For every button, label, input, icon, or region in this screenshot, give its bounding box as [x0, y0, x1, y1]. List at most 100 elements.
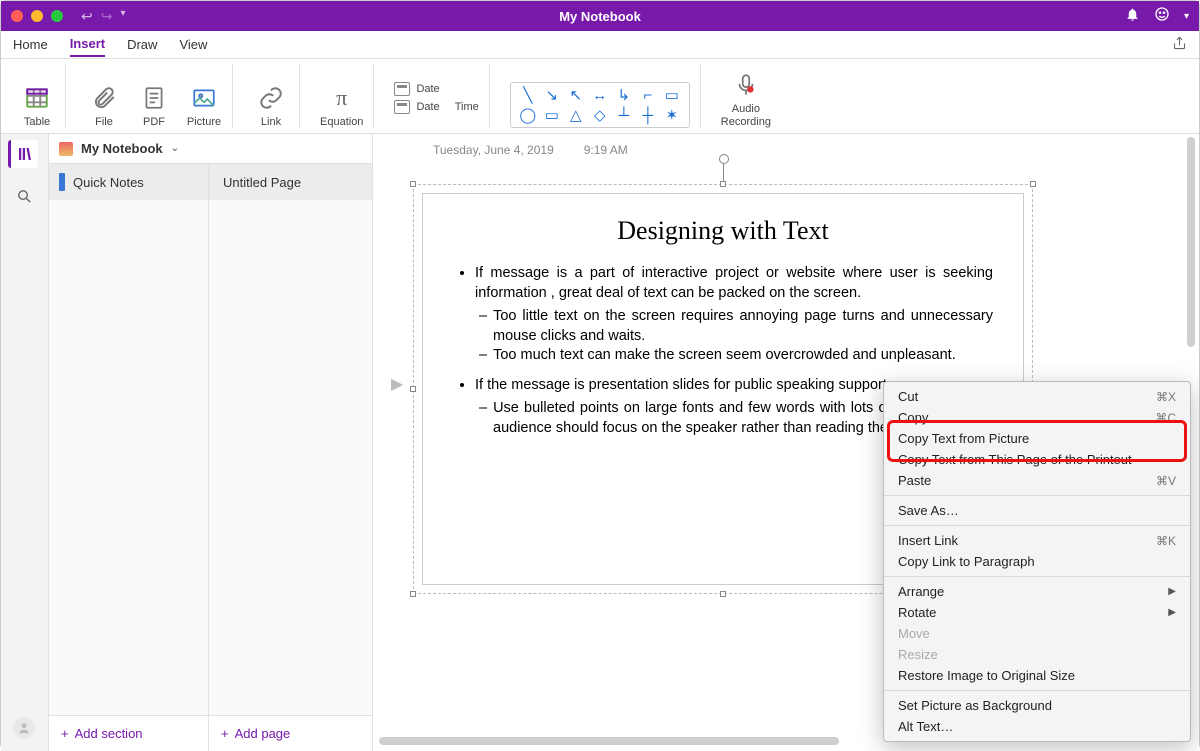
- page-date-header: Tuesday, June 4, 2019 9:19 AM: [433, 143, 628, 157]
- redo-icon[interactable]: ↪: [101, 8, 113, 25]
- paperclip-icon: [89, 83, 119, 113]
- chevron-right-icon: ▶: [1168, 607, 1176, 618]
- titlebar: ↩ ↪ ▾ My Notebook ▾: [1, 1, 1199, 31]
- notebooks-rail-button[interactable]: [8, 140, 38, 168]
- context-menu: Cut⌘X Copy⌘C Copy Text from Picture Copy…: [883, 381, 1191, 742]
- sections-list: Quick Notes +Add section: [49, 164, 209, 751]
- ctx-paste[interactable]: Paste⌘V: [884, 470, 1190, 491]
- doc-title: Designing with Text: [453, 216, 993, 246]
- ctx-arrange[interactable]: Arrange▶: [884, 581, 1190, 602]
- shape-line-icon[interactable]: ╲: [519, 87, 537, 103]
- resize-handle-tl[interactable]: [410, 181, 416, 187]
- shape-double-arrow-icon[interactable]: ↔: [591, 87, 609, 103]
- window-controls: [11, 10, 63, 22]
- shape-plus-icon[interactable]: ┼: [639, 107, 657, 123]
- ctx-copy-text-page-printout[interactable]: Copy Text from This Page of the Printout: [884, 449, 1190, 470]
- ctx-copy[interactable]: Copy⌘C: [884, 407, 1190, 428]
- shape-diamond-icon[interactable]: ◇: [591, 107, 609, 123]
- page-date: Tuesday, June 4, 2019: [433, 143, 554, 157]
- tab-insert[interactable]: Insert: [70, 32, 105, 57]
- shape-ellipse-icon[interactable]: ◯: [519, 107, 537, 123]
- zoom-window-button[interactable]: [51, 10, 63, 22]
- undo-icon[interactable]: ↩: [81, 8, 93, 25]
- plus-icon: +: [61, 726, 69, 741]
- quick-access-dropdown-icon[interactable]: ▾: [120, 8, 125, 25]
- ctx-copy-link-paragraph[interactable]: Copy Link to Paragraph: [884, 551, 1190, 572]
- section-item[interactable]: Quick Notes: [49, 164, 208, 200]
- left-rail: [1, 134, 49, 751]
- shape-rect-icon[interactable]: ▭: [543, 107, 561, 123]
- section-label: Quick Notes: [73, 175, 144, 190]
- shape-line3-icon[interactable]: ┴: [615, 107, 633, 123]
- insert-pdf-button[interactable]: PDF: [136, 83, 172, 128]
- insert-picture-button[interactable]: Picture: [186, 83, 222, 128]
- tab-home[interactable]: Home: [13, 33, 48, 56]
- ctx-insert-link[interactable]: Insert Link⌘K: [884, 530, 1190, 551]
- minimize-window-button[interactable]: [31, 10, 43, 22]
- notebook-selector[interactable]: My Notebook ⌄: [49, 134, 372, 164]
- shape-elbow-icon[interactable]: ⌐: [639, 87, 657, 103]
- insert-equation-button[interactable]: π Equation: [320, 83, 363, 128]
- menu-tabs: Home Insert Draw View: [1, 31, 1199, 59]
- notifications-icon[interactable]: [1125, 7, 1140, 26]
- notebook-name: My Notebook: [81, 141, 163, 156]
- rotate-handle[interactable]: [723, 163, 724, 181]
- shape-rect-thin-icon[interactable]: ▭: [663, 87, 681, 103]
- chevron-down-icon: ⌄: [171, 143, 179, 154]
- ctx-save-as[interactable]: Save As…: [884, 500, 1190, 521]
- equation-icon: π: [327, 83, 357, 113]
- account-avatar[interactable]: [13, 717, 35, 739]
- ribbon-insert: Table File PDF Picture Link π Equation D…: [1, 59, 1199, 134]
- share-icon[interactable]: [1172, 36, 1187, 54]
- page-label: Untitled Page: [223, 175, 301, 190]
- calendar-clock-icon: [394, 100, 410, 114]
- ctx-copy-text-picture[interactable]: Copy Text from Picture: [884, 428, 1190, 449]
- shape-triangle-icon[interactable]: △: [567, 107, 585, 123]
- table-icon: [22, 83, 52, 113]
- emoji-icon[interactable]: [1154, 6, 1170, 26]
- calendar-icon: [394, 82, 410, 96]
- window-title: My Notebook: [559, 9, 641, 24]
- ctx-cut[interactable]: Cut⌘X: [884, 386, 1190, 407]
- resize-handle-bm[interactable]: [720, 591, 726, 597]
- shape-arrow2-icon[interactable]: ↖: [567, 87, 585, 103]
- notebook-panel: My Notebook ⌄ Quick Notes +Add section U…: [49, 134, 373, 751]
- shape-connector-icon[interactable]: ↳: [615, 87, 633, 103]
- insert-table-button[interactable]: Table: [19, 83, 55, 128]
- add-section-button[interactable]: +Add section: [49, 715, 208, 751]
- insert-datetime-button[interactable]: Date Time: [394, 100, 478, 114]
- shape-arrow-icon[interactable]: ↘: [543, 87, 561, 103]
- add-page-button[interactable]: +Add page: [209, 715, 372, 751]
- table-label: Table: [24, 116, 50, 128]
- resize-handle-ml[interactable]: [410, 386, 416, 392]
- tab-draw[interactable]: Draw: [127, 33, 157, 56]
- plus-icon: +: [221, 726, 229, 741]
- page-time: 9:19 AM: [584, 143, 628, 157]
- audio-recording-button[interactable]: Audio Recording: [721, 70, 771, 128]
- ctx-alt-text[interactable]: Alt Text…: [884, 716, 1190, 737]
- resize-handle-tr[interactable]: [1030, 181, 1036, 187]
- search-rail-button[interactable]: [10, 182, 40, 210]
- title-dropdown-icon[interactable]: ▾: [1184, 11, 1189, 22]
- insert-link-button[interactable]: Link: [253, 83, 289, 128]
- ctx-set-background[interactable]: Set Picture as Background: [884, 695, 1190, 716]
- page-item[interactable]: Untitled Page: [209, 164, 372, 200]
- ctx-restore-size[interactable]: Restore Image to Original Size: [884, 665, 1190, 686]
- ctx-rotate[interactable]: Rotate▶: [884, 602, 1190, 623]
- picture-icon: [189, 83, 219, 113]
- insert-file-button[interactable]: File: [86, 83, 122, 128]
- notebook-icon: [59, 142, 73, 156]
- close-window-button[interactable]: [11, 10, 23, 22]
- pages-list: Untitled Page +Add page: [209, 164, 372, 751]
- shape-star-icon[interactable]: ✶: [663, 107, 681, 123]
- note-container-handle-icon[interactable]: ▶: [391, 374, 403, 394]
- resize-handle-tm[interactable]: [720, 181, 726, 187]
- link-icon: [256, 83, 286, 113]
- chevron-right-icon: ▶: [1168, 586, 1176, 597]
- resize-handle-bl[interactable]: [410, 591, 416, 597]
- tab-view[interactable]: View: [179, 33, 207, 56]
- pdf-icon: [139, 83, 169, 113]
- insert-date-button[interactable]: Date: [394, 82, 478, 96]
- section-color-tab: [59, 173, 65, 191]
- shapes-gallery[interactable]: ╲ ↘ ↖ ↔ ↳ ⌐ ▭ ◯ ▭ △ ◇ ┴ ┼ ✶: [510, 82, 690, 128]
